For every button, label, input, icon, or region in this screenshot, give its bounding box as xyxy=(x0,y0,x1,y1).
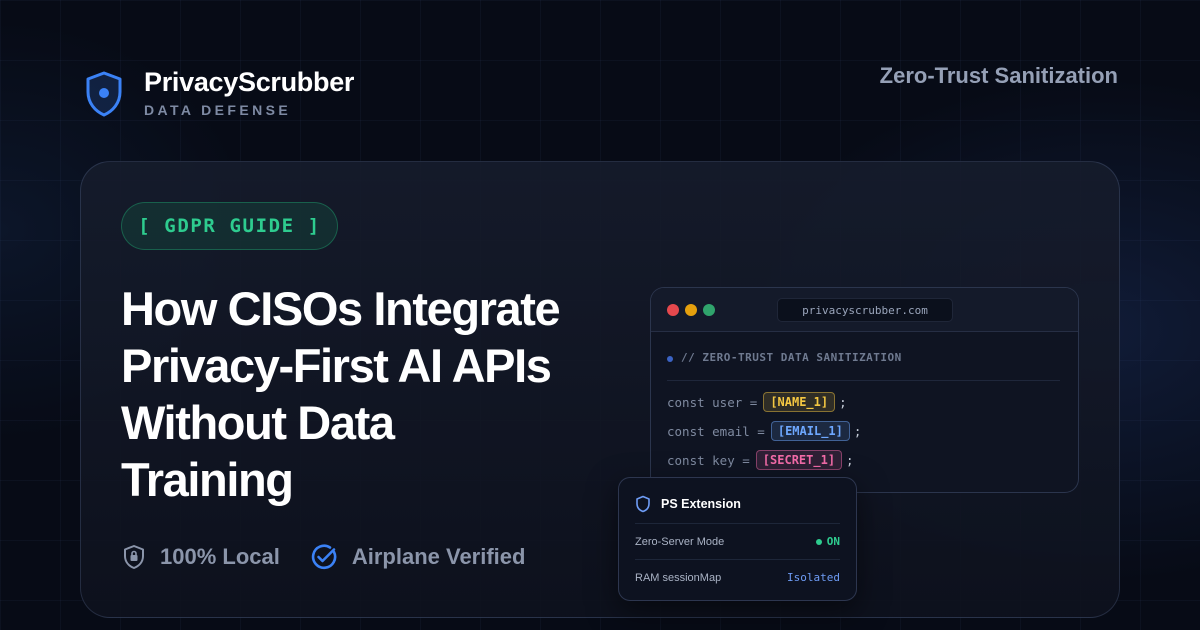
code-comment-text: // ZERO-TRUST DATA SANITIZATION xyxy=(681,351,902,364)
setting-label: Zero-Server Mode xyxy=(635,535,725,548)
brand-text: PrivacyScrubber DATA DEFENSE xyxy=(144,66,354,118)
extension-popup: PS Extension Zero-Server Mode ON RAM ses… xyxy=(618,477,857,601)
status-badge: ON xyxy=(815,535,840,548)
code-suffix: ; xyxy=(846,452,854,468)
brand-name: PrivacyScrubber xyxy=(144,67,355,97)
token-email: [EMAIL_1] xyxy=(770,421,850,441)
code-suffix: ; xyxy=(853,423,862,439)
brand-logo[interactable]: PrivacyScrubber DATA DEFENSE xyxy=(84,66,354,118)
badge-local: 100% Local xyxy=(122,544,280,570)
popup-header: PS Extension xyxy=(635,495,741,513)
code-prefix: const email = xyxy=(667,423,765,439)
status-value: Isolated xyxy=(787,571,840,584)
minimize-dot[interactable] xyxy=(685,304,697,316)
setting-label: RAM sessionMap xyxy=(635,571,722,584)
setting-row-zero-server[interactable]: Zero-Server Mode ON xyxy=(635,523,840,559)
setting-row-ram-session[interactable]: RAM sessionMap Isolated xyxy=(635,559,840,595)
token-name: [NAME_1] xyxy=(763,392,836,412)
badge-label: 100% Local xyxy=(160,544,280,569)
popup-title: PS Extension xyxy=(661,497,741,511)
maximize-dot[interactable] xyxy=(703,304,715,316)
code-line: const key = [SECRET_1] ; xyxy=(667,450,854,470)
shield-lock-icon xyxy=(124,545,144,569)
shield-icon xyxy=(636,495,650,513)
headline-line: Without Data xyxy=(121,396,395,449)
headline-line: How CISOs Integrate xyxy=(121,282,561,335)
code-comment: // ZERO-TRUST DATA SANITIZATION xyxy=(667,349,1060,381)
bullet-icon xyxy=(667,356,673,362)
status-dot-icon xyxy=(815,538,822,545)
headline-line: Privacy-First AI APIs xyxy=(121,339,552,392)
code-line: const email = [EMAIL_1] ; xyxy=(667,421,861,441)
feature-badges: 100% Local Airplane Verified xyxy=(122,543,525,571)
header-tagline: Zero-Trust Sanitization xyxy=(879,63,1118,88)
category-tag[interactable]: [ GDPR GUIDE ] xyxy=(121,202,338,250)
shield-icon xyxy=(86,71,122,117)
badge-airplane: Airplane Verified xyxy=(310,543,526,571)
browser-titlebar: privacyscrubber.com xyxy=(651,288,1078,332)
code-line: const user = [NAME_1] ; xyxy=(667,392,847,412)
headline: How CISOs Integrate Privacy-First AI API… xyxy=(121,280,641,508)
check-circle-icon xyxy=(311,544,337,570)
token-secret: [SECRET_1] xyxy=(755,450,843,470)
browser-window: privacyscrubber.com // ZERO-TRUST DATA S… xyxy=(650,287,1079,493)
brand-tagline: DATA DEFENSE xyxy=(144,102,292,118)
status-value: ON xyxy=(826,535,840,548)
code-suffix: ; xyxy=(839,394,847,410)
code-prefix: const user = xyxy=(667,394,758,410)
badge-label: Airplane Verified xyxy=(351,544,526,569)
close-dot[interactable] xyxy=(667,304,679,316)
headline-line: Training xyxy=(121,453,294,506)
code-prefix: const key = xyxy=(667,452,750,468)
url-bar[interactable]: privacyscrubber.com xyxy=(777,298,953,322)
